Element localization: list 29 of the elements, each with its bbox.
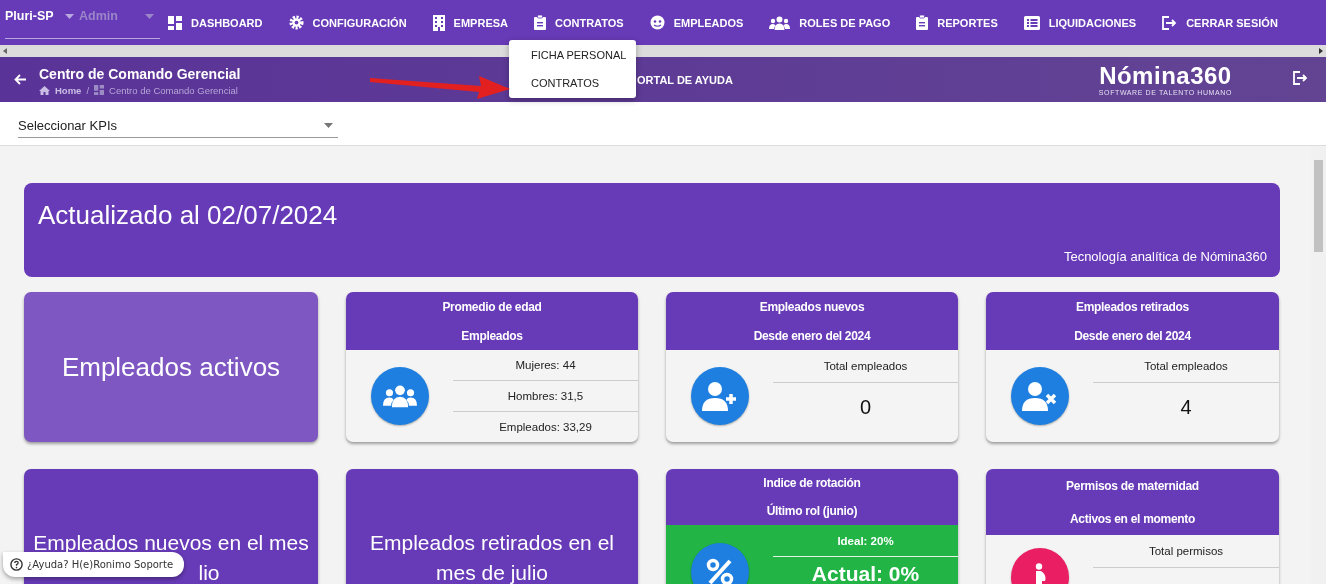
- banner-title: Actualizado al 02/07/2024: [38, 200, 339, 231]
- stat-value: 4: [1179, 395, 1193, 420]
- actual-value: Actual: 0%: [810, 561, 921, 584]
- ideal-value: Ideal: 20%: [773, 525, 958, 557]
- stat-label: Total empleados: [1093, 350, 1279, 383]
- card-subtitle: Desde enero del 2024: [1074, 328, 1191, 343]
- card-title: Permisos de maternidad: [1066, 478, 1199, 493]
- banner-subtitle: Tecnología analítica de Nómina360: [1063, 249, 1267, 264]
- card-title: Promedio de edad: [442, 299, 542, 314]
- card-title: Indice de rotación: [763, 476, 861, 490]
- card-title: Empleados retirados: [1076, 299, 1189, 314]
- stat-value: 0: [858, 395, 873, 420]
- breadcrumb-current: Centro de Comando Gerencial: [109, 84, 238, 96]
- stat-label: Total permisos: [1093, 535, 1279, 568]
- tile-title: mes de julio: [435, 560, 548, 584]
- stat-row: Empleados: 33,29: [453, 411, 638, 442]
- card-subtitle: Último rol (junio): [766, 504, 858, 518]
- stat-row: Hombres: 31,5: [453, 380, 638, 411]
- card-subtitle: Empleados: [461, 328, 523, 343]
- stat-row-text: Mujeres: 44: [514, 358, 577, 373]
- card-subtitle: Activos en el momento: [1069, 511, 1196, 526]
- tile-title: Empleados activos: [61, 351, 281, 383]
- tile-title: Empleados retirados en el: [370, 530, 614, 556]
- tile-title: lio: [198, 560, 220, 584]
- stat-label: Total empleados: [773, 350, 958, 383]
- card-subtitle: Desde enero del 2024: [753, 328, 871, 343]
- page-title: Centro de Comando Gerencial: [39, 65, 242, 82]
- card-title: Empleados nuevos: [759, 299, 865, 314]
- breadcrumb-separator: /: [86, 84, 90, 96]
